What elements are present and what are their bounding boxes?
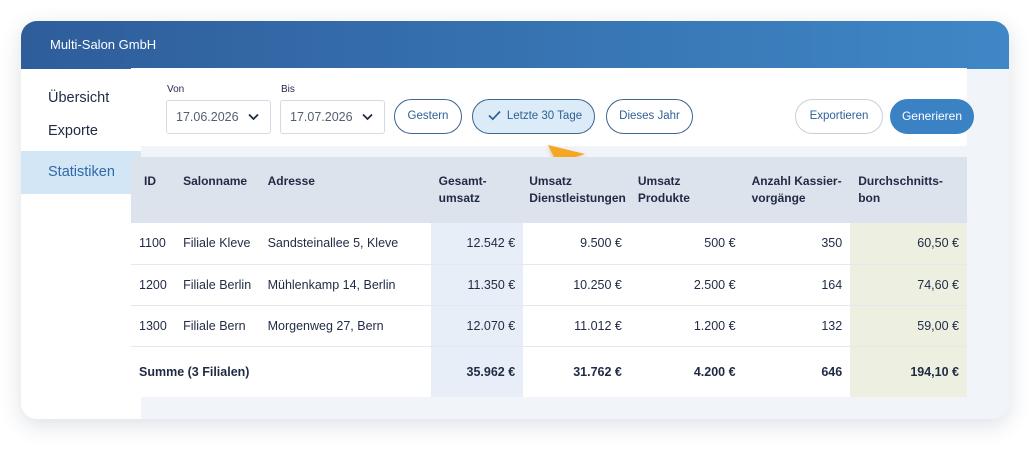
cell-id: 1200 [131,264,176,306]
sidebar-item-exporte[interactable]: Exporte [21,115,141,148]
column-header-adresse: Adresse [259,157,431,223]
column-header-durchschnittsbon: Durchschnitts-bon [850,157,967,223]
cell-salonname: Filiale Bern [175,305,260,347]
cell-durchschnittsbon: 74,60 € [850,264,967,306]
sum-durchschnittsbon: 194,10 € [850,346,967,397]
check-icon [488,110,501,121]
sum-umsatz-produkte: 4.200 € [629,346,744,397]
from-label: Von [167,84,185,95]
filter-bar: Von 17.06.2026 Bis 17.07.2026 Gestern Le… [131,68,974,146]
chevron-down-icon [248,113,259,121]
quick-filter-label: Letzte 30 Tage [506,110,583,122]
cell-umsatz-produkte: 2.500 € [629,264,744,306]
from-date-select[interactable]: 17.06.2026 [166,100,271,134]
sum-label: Summe (3 Filialen) [131,346,431,397]
chevron-down-icon [362,113,373,121]
quick-filter-gestern[interactable]: Gestern [394,99,462,134]
statistics-table: ID Salonname Adresse Gesamt-umsatz Umsat… [131,157,967,397]
cell-durchschnittsbon: 60,50 € [850,223,967,265]
sum-gesamtumsatz: 35.962 € [430,346,524,397]
cell-umsatz-produkte: 500 € [629,223,744,265]
column-header-anzahl-kassiervorgaenge: Anzahl Kassier-vorgänge [743,157,851,223]
sidebar-item-statistiken[interactable]: Statistiken [21,151,141,194]
app-title: Multi-Salon GmbH [21,21,1009,69]
cell-kassiervorgaenge: 132 [743,305,851,347]
cell-umsatz-dienstleistungen: 9.500 € [523,223,630,265]
table-header-row: ID Salonname Adresse Gesamt-umsatz Umsat… [131,157,967,223]
sidebar-item-uebersicht[interactable]: Übersicht [21,82,141,115]
column-header-umsatz-produkte: Umsatz Produkte [629,157,744,223]
cell-salonname: Filiale Berlin [175,264,260,306]
cell-adresse: Morgenweg 27, Bern [259,305,431,347]
cell-umsatz-dienstleistungen: 10.250 € [523,264,630,306]
sidebar: Übersicht Exporte Statistiken [21,69,141,419]
column-header-gesamtumsatz: Gesamt-umsatz [430,157,524,223]
cell-gesamtumsatz: 11.350 € [430,264,524,306]
quick-filter-dieses-jahr[interactable]: Dieses Jahr [606,99,693,134]
to-label: Bis [281,84,295,95]
sum-kassiervorgaenge: 646 [743,346,851,397]
table-row: 1100 Filiale Kleve Sandsteinallee 5, Kle… [131,223,967,265]
cell-durchschnittsbon: 59,00 € [850,305,967,347]
quick-filter-letzte-30-tage[interactable]: Letzte 30 Tage [472,99,595,134]
cell-adresse: Sandsteinallee 5, Kleve [259,223,431,265]
column-header-salonname: Salonname [175,157,260,223]
table-row: 1200 Filiale Berlin Mühlenkamp 14, Berli… [131,264,967,306]
table-sum-row: Summe (3 Filialen) 35.962 € 31.762 € 4.2… [131,346,967,397]
sum-umsatz-dienstleistungen: 31.762 € [523,346,630,397]
to-date-value: 17.07.2026 [290,110,353,124]
table-row: 1300 Filiale Bern Morgenweg 27, Bern 12.… [131,305,967,347]
cell-umsatz-dienstleistungen: 11.012 € [523,305,630,347]
export-button[interactable]: Exportieren [795,99,883,134]
column-header-id: ID [131,157,176,223]
from-date-value: 17.06.2026 [176,110,239,124]
generate-button[interactable]: Generieren [890,99,974,134]
cell-kassiervorgaenge: 350 [743,223,851,265]
cell-gesamtumsatz: 12.070 € [430,305,524,347]
cell-adresse: Mühlenkamp 14, Berlin [259,264,431,306]
cell-id: 1100 [131,223,176,265]
cell-umsatz-produkte: 1.200 € [629,305,744,347]
cell-id: 1300 [131,305,176,347]
cell-salonname: Filiale Kleve [175,223,260,265]
to-date-select[interactable]: 17.07.2026 [280,100,385,134]
cell-kassiervorgaenge: 164 [743,264,851,306]
column-header-umsatz-dienstleistungen: Umsatz Dienstleistungen [523,157,630,223]
cell-gesamtumsatz: 12.542 € [430,223,524,265]
